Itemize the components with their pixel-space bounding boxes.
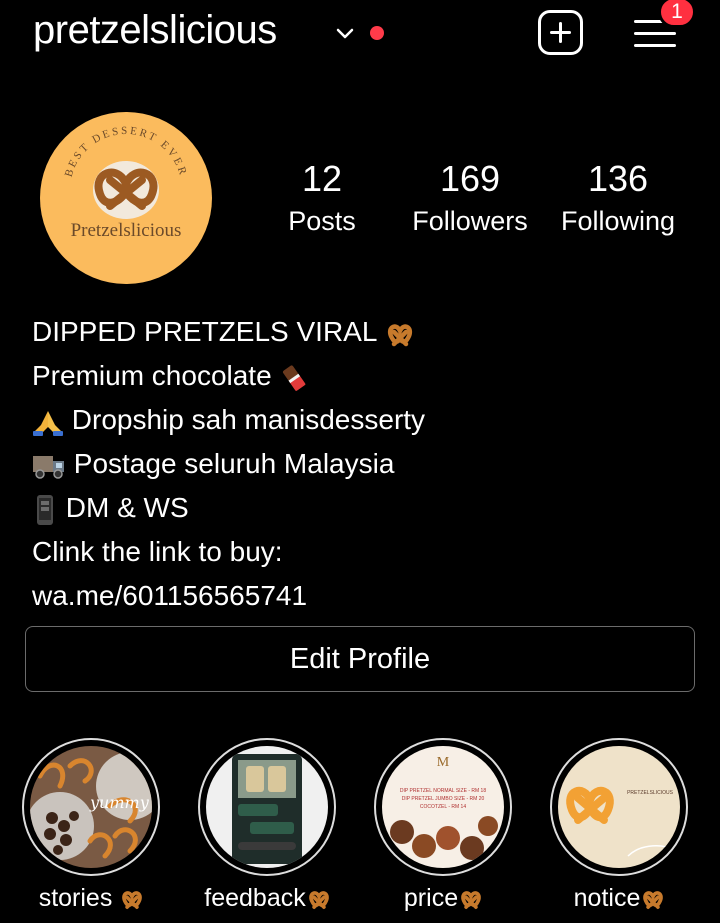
notification-badge: 1: [658, 0, 696, 28]
edit-profile-button[interactable]: Edit Profile: [25, 626, 695, 692]
bio-headline: DIPPED PRETZELS VIRAL: [32, 316, 377, 347]
chevron-down-icon[interactable]: [334, 22, 356, 44]
pretzel-emoji: [643, 891, 664, 910]
highlight-feedback[interactable]: feedback: [198, 738, 338, 912]
avatar-logo: BEST DESSERT EVER Pretzelslicious: [63, 125, 187, 241]
highlight-label: feedback: [178, 884, 358, 913]
posts-count: 12: [301, 158, 343, 199]
stat-posts[interactable]: 12 Posts: [252, 158, 392, 237]
svg-text:M: M: [437, 755, 450, 770]
highlight-notice[interactable]: PRETZELSLICIOUS notice: [550, 738, 690, 912]
highlight-thumbnail: PRETZELSLICIOUS: [558, 746, 680, 868]
pretzel-emoji: [308, 891, 329, 910]
bio-line: Premium chocolate: [32, 354, 425, 398]
highlight-label: notice: [530, 884, 710, 913]
followers-count: 169: [439, 158, 501, 199]
price-line-2: DIP PRETZEL JUMBO SIZE - RM 20: [402, 796, 485, 802]
followers-label: Followers: [412, 206, 528, 236]
highlight-thumbnail: yummy: [30, 746, 152, 868]
price-line-3: COCOTZEL - RM 14: [420, 804, 466, 810]
new-post-button[interactable]: [538, 10, 583, 55]
profile-screen: pretzelslicious 1 BEST DESSERT EVER Pret…: [0, 0, 720, 923]
bio-line: DIPPED PRETZELS VIRAL: [32, 310, 425, 354]
truck-emoji: [33, 455, 64, 479]
avatar[interactable]: BEST DESSERT EVER Pretzelslicious: [40, 112, 212, 284]
bio-postage-text: Postage seluruh Malaysia: [73, 448, 395, 479]
posts-label: Posts: [288, 206, 356, 236]
chocolate-emoji: [283, 365, 306, 391]
highlight-ring: PRETZELSLICIOUS: [550, 738, 688, 876]
bio: DIPPED PRETZELS VIRAL Premium chocolate: [32, 310, 425, 618]
following-label: Following: [560, 206, 676, 236]
highlight-thumbnail: [206, 746, 328, 868]
highlight-thumbnail: M DIP PRETZEL NORMAL SIZE - RM 18 DIP PR…: [382, 746, 504, 868]
pray-emoji: [33, 410, 63, 436]
bio-chocolate-text: Premium chocolate: [32, 360, 280, 391]
highlight-ring: yummy: [22, 738, 160, 876]
stat-following[interactable]: 136 Following: [548, 158, 688, 237]
highlight-label: price: [354, 884, 534, 913]
bio-link[interactable]: wa.me/601156565741: [32, 574, 425, 618]
phone-emoji: [37, 494, 53, 525]
bio-line: Dropship sah manisdesserty: [32, 398, 425, 442]
notice-brand-text: PRETZELSLICIOUS: [627, 790, 674, 796]
bio-dm-text: DM & WS: [65, 492, 189, 523]
bio-cta: Clink the link to buy:: [32, 536, 283, 567]
unread-dot: [370, 26, 384, 40]
avatar-brand-text: Pretzelslicious: [71, 220, 182, 241]
highlight-price[interactable]: M DIP PRETZEL NORMAL SIZE - RM 18 DIP PR…: [374, 738, 514, 912]
bio-dropship-text: Dropship sah manisdesserty: [71, 404, 426, 435]
following-count: 136: [587, 158, 649, 199]
bio-line: Postage seluruh Malaysia: [32, 442, 425, 486]
price-line-1: DIP PRETZEL NORMAL SIZE - RM 18: [400, 788, 486, 794]
highlight-stories[interactable]: yummy stories: [22, 738, 162, 912]
highlight-ring: [198, 738, 336, 876]
pretzel-emoji: [461, 891, 481, 910]
pretzel-emoji: [388, 324, 413, 346]
highlight-overlay-text: yummy: [89, 793, 150, 812]
highlight-ring: M DIP PRETZEL NORMAL SIZE - RM 18 DIP PR…: [374, 738, 512, 876]
stat-followers[interactable]: 169 Followers: [400, 158, 540, 237]
highlight-label: stories: [2, 884, 182, 913]
pretzel-emoji: [122, 891, 143, 910]
bio-line: DM & WS: [32, 486, 425, 530]
username-title[interactable]: pretzelslicious: [33, 8, 277, 53]
